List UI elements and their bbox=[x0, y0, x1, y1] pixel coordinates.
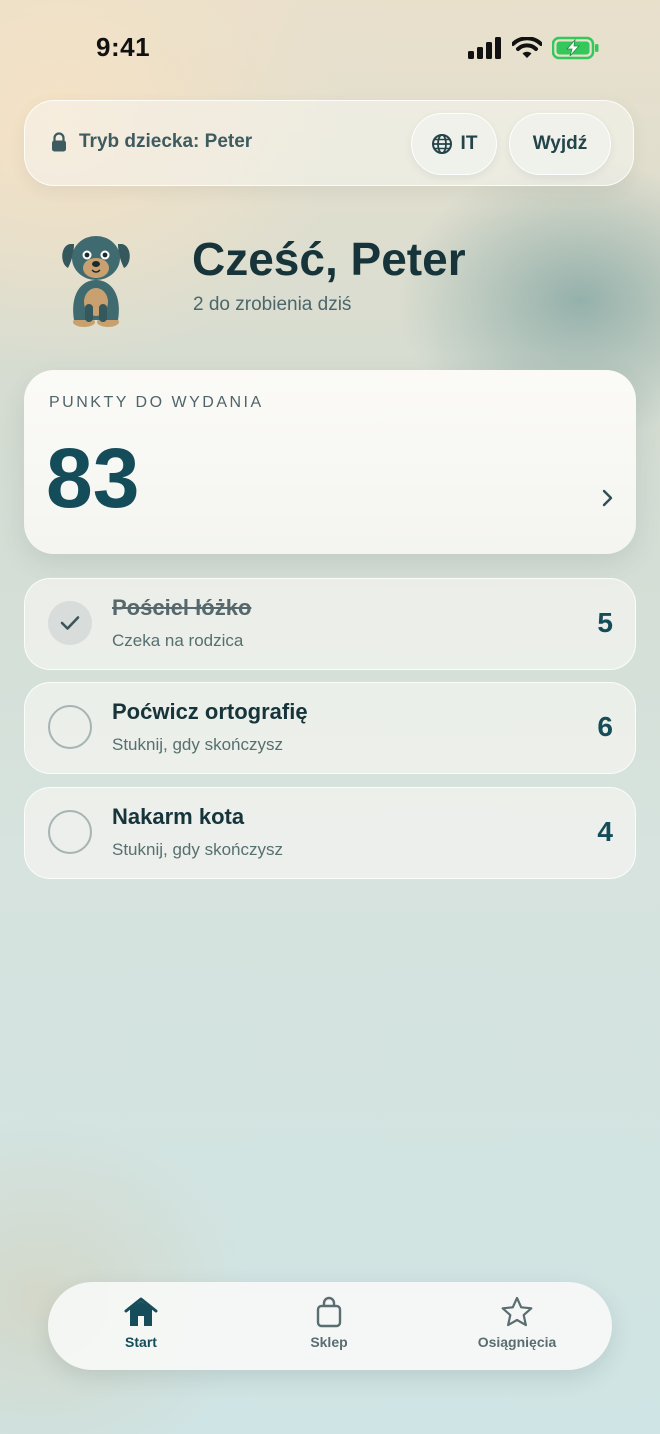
tab-start[interactable]: Start bbox=[71, 1296, 211, 1350]
shopping-bag-icon bbox=[316, 1296, 342, 1328]
child-mode-label: Tryb dziecka: Peter bbox=[79, 131, 253, 152]
wifi-icon bbox=[512, 37, 542, 58]
task-points: 5 bbox=[597, 607, 613, 638]
star-icon bbox=[501, 1296, 533, 1327]
cellular-signal-icon bbox=[468, 37, 501, 59]
task-points: 4 bbox=[597, 816, 613, 847]
tab-achievements-label: Osiągnięcia bbox=[477, 1334, 557, 1350]
exit-button[interactable]: Wyjdź bbox=[509, 113, 611, 175]
exit-label: Wyjdź bbox=[532, 133, 588, 154]
globe-icon bbox=[431, 134, 452, 154]
language-code: IT bbox=[460, 133, 478, 154]
points-value: 83 bbox=[46, 431, 140, 525]
tab-bar: Start Sklep Osiągnięcia bbox=[48, 1282, 612, 1370]
status-bar: 9:41 bbox=[0, 0, 660, 96]
tab-shop[interactable]: Sklep bbox=[259, 1296, 399, 1350]
task-status: Stuknij, gdy skończysz bbox=[112, 840, 284, 859]
task-status: Stuknij, gdy skończysz bbox=[112, 735, 284, 754]
task-title: Pościel łóżko bbox=[112, 595, 252, 620]
language-button[interactable]: IT bbox=[411, 113, 497, 175]
empty-circle-icon[interactable] bbox=[48, 705, 92, 749]
task-item[interactable]: Pościel łóżko Czeka na rodzica 5 bbox=[24, 578, 636, 670]
task-title: Poćwicz ortografię bbox=[112, 699, 308, 724]
task-status: Czeka na rodzica bbox=[112, 631, 244, 650]
task-title: Nakarm kota bbox=[112, 804, 245, 829]
task-item[interactable]: Nakarm kota Stuknij, gdy skończysz 4 bbox=[24, 787, 636, 879]
points-card[interactable]: PUNKTY DO WYDANIA 83 bbox=[24, 370, 636, 554]
dog-avatar bbox=[62, 236, 130, 327]
child-mode-header: Tryb dziecka: Peter IT Wyjdź bbox=[24, 100, 634, 186]
tab-shop-label: Sklep bbox=[310, 1334, 348, 1350]
lock-icon bbox=[52, 132, 66, 152]
status-time: 9:41 bbox=[96, 32, 151, 62]
home-icon bbox=[124, 1297, 158, 1326]
battery-charging-icon bbox=[552, 36, 599, 60]
status-icons bbox=[468, 36, 600, 60]
tasks-summary: 2 do zrobienia dziś bbox=[193, 294, 352, 315]
tab-start-label: Start bbox=[125, 1334, 157, 1350]
child-mode-indicator: Tryb dziecka: Peter bbox=[51, 131, 252, 153]
empty-circle-icon[interactable] bbox=[48, 810, 92, 854]
greeting-title: Cześć, Peter bbox=[192, 233, 466, 285]
chevron-right-icon bbox=[602, 489, 613, 507]
task-points: 6 bbox=[597, 711, 613, 742]
checkmark-circle-icon[interactable] bbox=[48, 601, 92, 645]
checkmark-icon bbox=[60, 616, 80, 630]
task-item[interactable]: Poćwicz ortografię Stuknij, gdy skończys… bbox=[24, 682, 636, 774]
points-label: PUNKTY DO WYDANIA bbox=[49, 394, 264, 411]
tab-achievements[interactable]: Osiągnięcia bbox=[447, 1296, 587, 1350]
